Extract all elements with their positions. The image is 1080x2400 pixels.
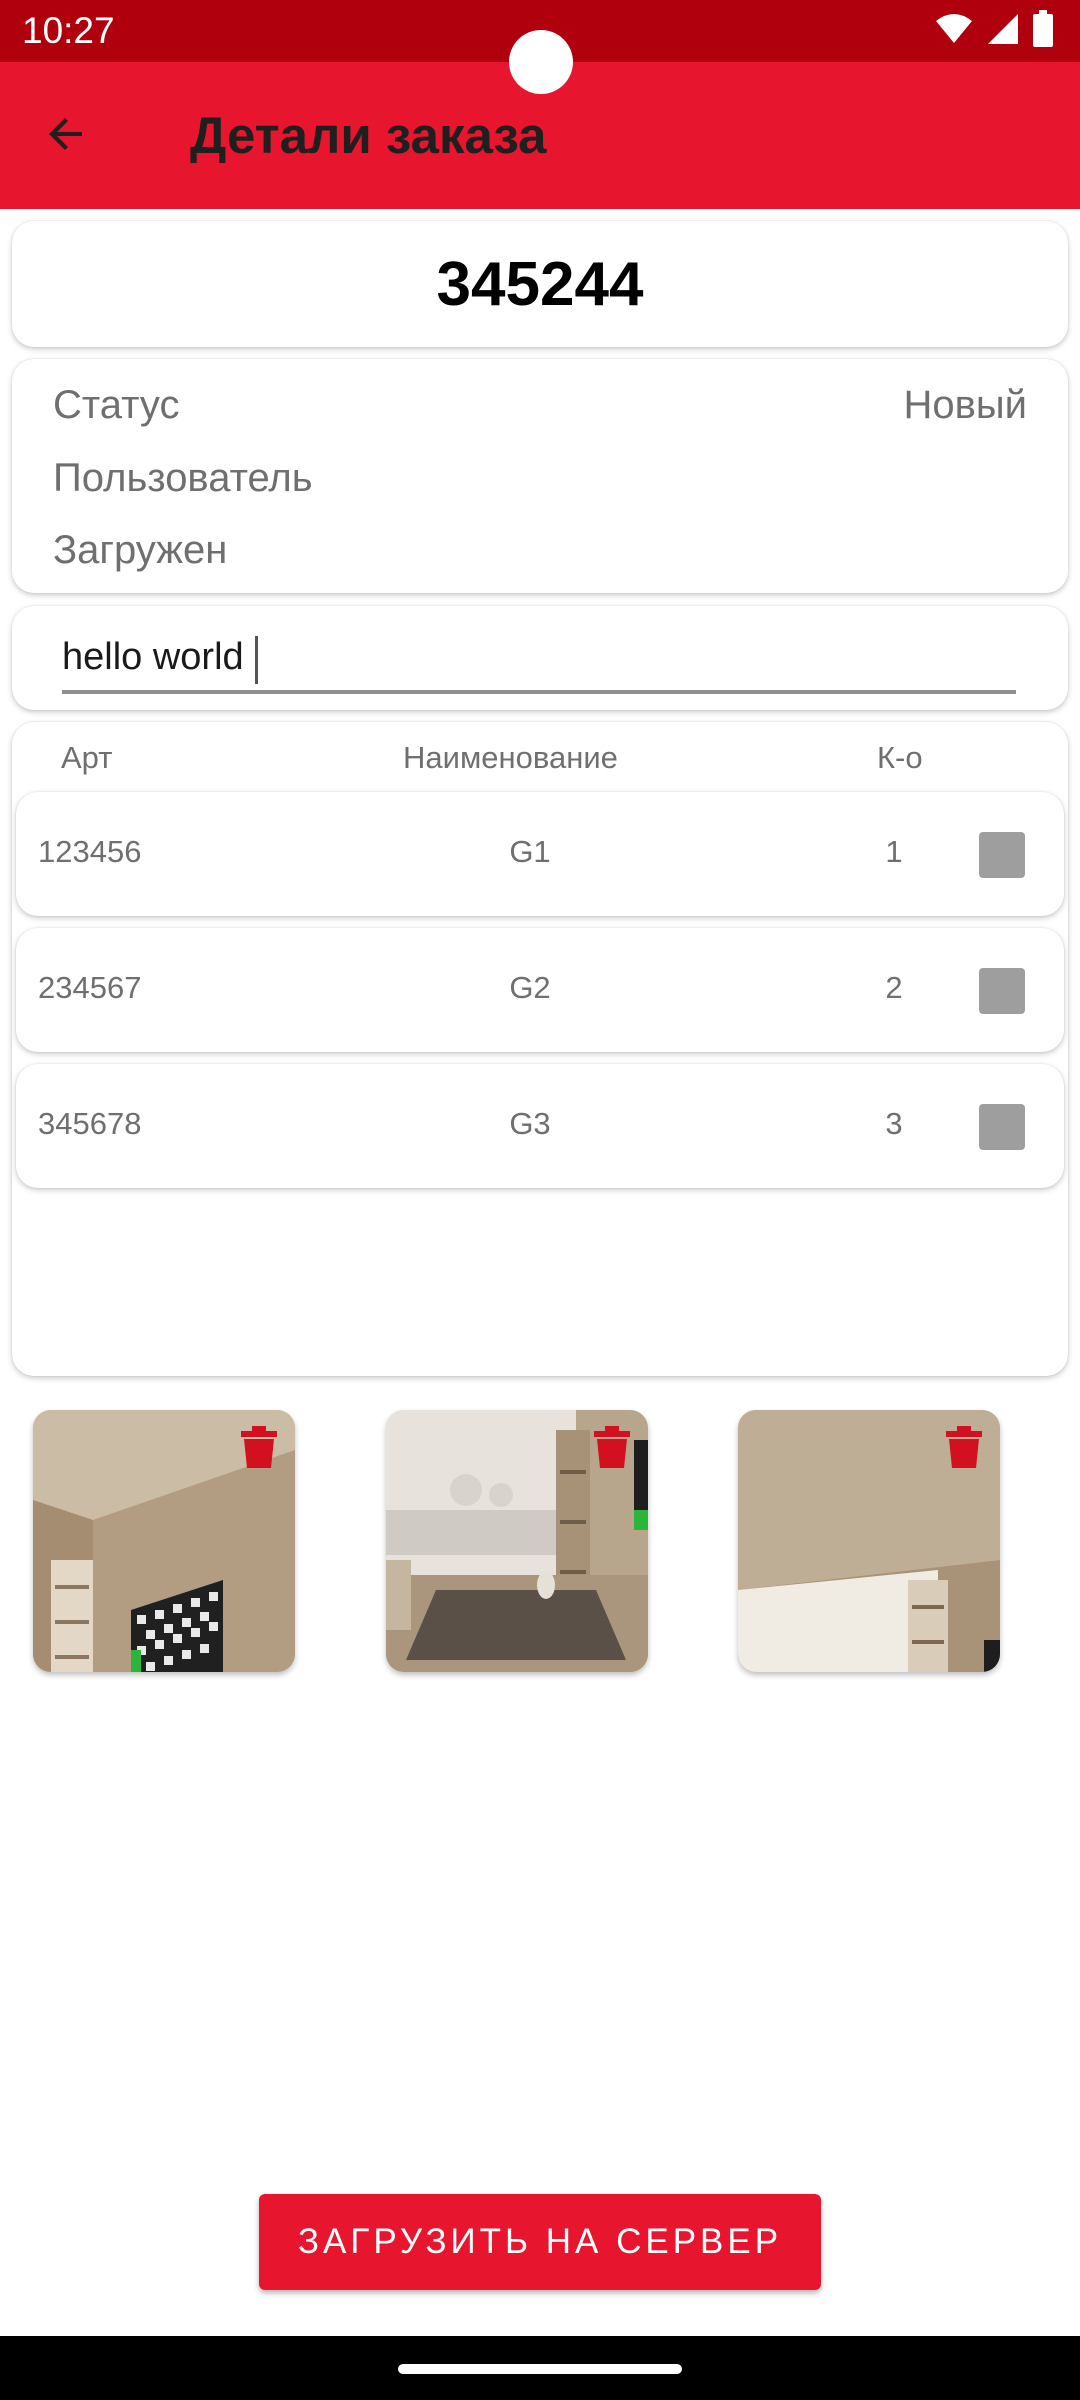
checkmark-icon <box>984 874 1020 918</box>
order-details-screen: 10:27 Детали заказа 345244 Статус Новый … <box>0 0 1080 2400</box>
signal-icon <box>986 12 1020 51</box>
item-name: G3 <box>509 1106 551 1141</box>
user-label: Пользователь <box>53 455 313 500</box>
item-art: 234567 <box>38 970 142 1005</box>
table-row[interactable]: 234567 G2 2 <box>16 928 1064 1052</box>
navigation-bar <box>0 2336 1080 2400</box>
comment-input[interactable] <box>62 630 1016 694</box>
comment-card <box>12 606 1068 710</box>
item-checkbox[interactable] <box>979 968 1025 1042</box>
status-value: Новый <box>903 382 1027 427</box>
item-name: G1 <box>509 834 551 869</box>
item-checkbox[interactable] <box>979 1104 1025 1178</box>
checkmark-icon <box>984 1146 1020 1190</box>
header-name: Наименование <box>403 740 618 775</box>
item-qty: 2 <box>885 970 903 1005</box>
text-cursor <box>255 636 258 684</box>
order-number-card: 345244 <box>12 221 1068 347</box>
checkmark-icon <box>984 1010 1020 1054</box>
trash-icon[interactable] <box>594 1426 630 1468</box>
user-row: Пользователь <box>53 448 1027 508</box>
photo-thumbnail[interactable] <box>738 1410 1000 1672</box>
item-checkbox[interactable] <box>979 832 1025 906</box>
items-header: Арт Наименование К-о <box>12 732 1068 784</box>
back-button[interactable] <box>30 100 102 172</box>
item-name: G2 <box>509 970 551 1005</box>
items-card: Арт Наименование К-о 123456 G1 1 234567 … <box>12 722 1068 1376</box>
item-qty: 3 <box>885 1106 903 1141</box>
photo-thumbnail[interactable] <box>33 1410 295 1672</box>
status-icons <box>934 9 1054 53</box>
header-qty: К-о <box>877 740 923 775</box>
arrow-back-icon <box>42 110 90 163</box>
table-row[interactable]: 123456 G1 1 <box>16 792 1064 916</box>
item-art: 123456 <box>38 834 142 869</box>
status-row: Статус Новый <box>53 375 1027 435</box>
wifi-icon <box>934 13 974 50</box>
trash-icon[interactable] <box>946 1426 982 1468</box>
loaded-row: Загружен <box>53 520 1027 580</box>
order-number: 345244 <box>436 249 644 319</box>
loaded-label: Загружен <box>53 527 228 572</box>
item-qty: 1 <box>885 834 903 869</box>
item-art: 345678 <box>38 1106 142 1141</box>
status-time: 10:27 <box>22 10 115 51</box>
battery-icon <box>1032 9 1054 53</box>
photo-thumbnail[interactable] <box>386 1410 648 1672</box>
header-art: Арт <box>61 740 113 775</box>
table-row[interactable]: 345678 G3 3 <box>16 1064 1064 1188</box>
status-label: Статус <box>53 382 180 427</box>
camera-cutout <box>509 30 573 94</box>
trash-icon[interactable] <box>241 1426 277 1468</box>
page-title: Детали заказа <box>190 107 547 164</box>
upload-to-server-button[interactable]: ЗАГРУЗИТЬ НА СЕРВЕР <box>259 2194 821 2290</box>
home-indicator[interactable] <box>398 2364 682 2374</box>
order-info-card: Статус Новый Пользователь Загружен <box>12 359 1068 593</box>
